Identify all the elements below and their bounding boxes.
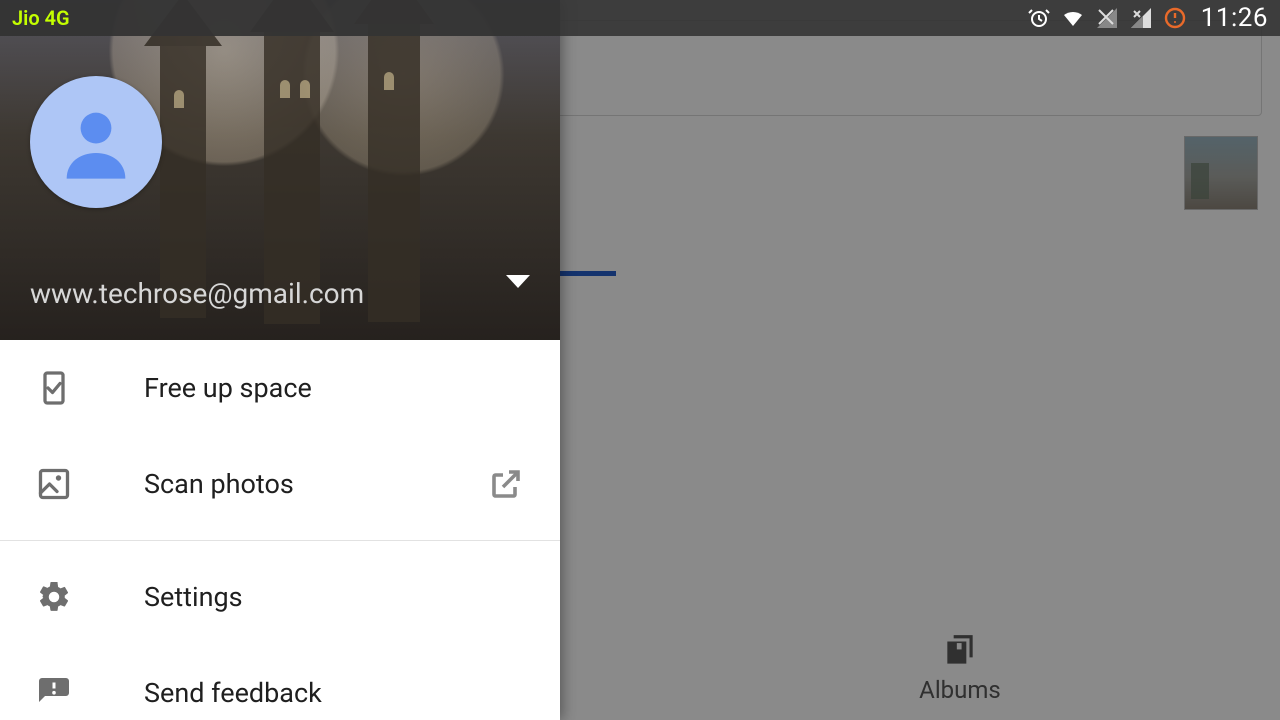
status-bar: Jio 4G 11:26 [0,0,1280,36]
free-up-space-icon [36,370,72,406]
external-link-icon [488,466,524,502]
alarm-icon [1027,6,1051,30]
power-warning-icon [1163,6,1187,30]
avatar[interactable] [30,76,162,208]
divider [0,540,560,541]
navigation-drawer: www.techrose@gmail.com Free up space Sca [0,0,560,720]
status-time: 11:26 [1201,3,1268,33]
person-icon [52,98,140,186]
scan-photos-icon [36,466,72,502]
drawer-scrim[interactable] [560,0,1280,720]
menu-item-label: Scan photos [144,468,416,500]
carrier-label: Jio 4G [12,6,70,30]
chevron-down-icon[interactable] [506,275,530,288]
menu-item-label: Settings [144,581,524,613]
menu-scan-photos[interactable]: Scan photos [0,436,560,532]
feedback-icon [36,675,72,711]
gear-icon [36,579,72,615]
menu-settings[interactable]: Settings [0,549,560,645]
drawer-menu: Free up space Scan photos [0,340,560,720]
signal-1-icon [1095,6,1119,30]
wifi-icon [1061,6,1085,30]
menu-item-label: Send feedback [144,677,524,709]
menu-free-up-space[interactable]: Free up space [0,340,560,436]
signal-2-icon [1129,6,1153,30]
menu-item-label: Free up space [144,372,524,404]
menu-send-feedback[interactable]: Send feedback [0,645,560,720]
drawer-header[interactable]: www.techrose@gmail.com [0,0,560,340]
account-email: www.techrose@gmail.com [30,277,500,310]
